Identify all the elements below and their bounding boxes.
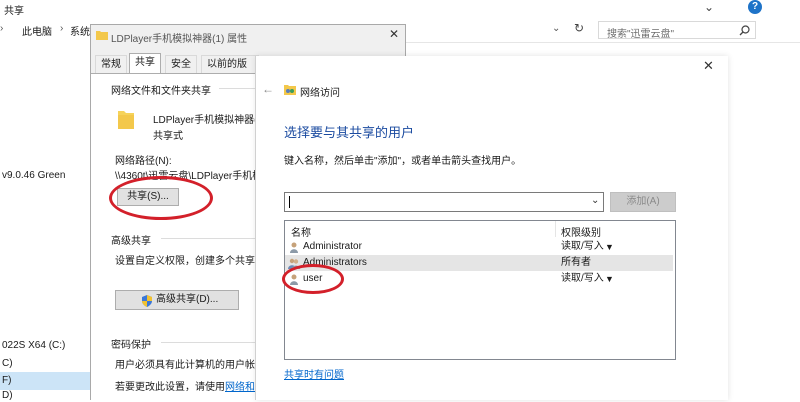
add-button[interactable]: 添加(A)	[610, 192, 676, 212]
folder-icon	[96, 31, 108, 40]
navigation-pane: v9.0.46 Green 022S X64 (C:) C)	[0, 42, 90, 400]
user-name-combobox[interactable]: ⌄	[284, 192, 604, 212]
column-header-name[interactable]: 名称	[291, 224, 311, 239]
user-icon	[290, 242, 298, 253]
explorer-ribbon: 共享 ⌄ ?	[0, 0, 800, 20]
breadcrumb-this-pc[interactable]: 此电脑	[22, 23, 52, 38]
permission-dropdown-icon[interactable]: ▼	[605, 239, 614, 255]
chevron-down-icon[interactable]: ⌄	[704, 0, 714, 14]
permission-level[interactable]: 读取/写入	[561, 271, 604, 287]
instruction-text: 键入名称，然后单击"添加"，或者单击箭头查找用户。	[284, 156, 522, 167]
page-heading: 选择要与其共享的用户	[284, 125, 415, 140]
back-arrow-icon[interactable]: ←	[262, 82, 274, 96]
group-divider	[161, 342, 261, 343]
shared-folder-icon	[118, 111, 134, 129]
network-sharing-title: 网络文件和文件夹共享	[111, 86, 211, 97]
nav-item-selected[interactable]: F)	[0, 372, 90, 390]
advanced-sharing-button[interactable]: 高级共享(D)...	[115, 290, 239, 310]
nav-item-drive-f[interactable]: F)	[2, 375, 11, 386]
network-access-icon	[284, 85, 296, 95]
tab-security[interactable]: 安全	[165, 55, 197, 73]
breadcrumb-separator-icon: ›	[60, 23, 64, 34]
group-divider	[219, 88, 261, 89]
menu-share[interactable]: 共享	[4, 2, 24, 17]
table-row[interactable]: Administrator 读取/写入 ▼	[285, 239, 673, 255]
close-icon[interactable]: ✕	[389, 27, 399, 41]
column-divider	[555, 221, 556, 237]
dialog-title: LDPlayer手机模拟神器(1) 属性	[111, 34, 248, 45]
nav-item-drive-d[interactable]: D)	[2, 390, 13, 401]
user-permission-list: 名称 权限级别 Administrator 读取/写入 ▼ Administra…	[284, 220, 676, 360]
address-dropdown-icon[interactable]: ⌄	[552, 23, 560, 34]
password-protection-title: 密码保护	[111, 340, 151, 351]
tab-previous-versions[interactable]: 以前的版本	[201, 55, 259, 88]
tab-sharing[interactable]: 共享	[129, 53, 161, 73]
tab-bar: 常规 共享 安全 以前的版本	[91, 53, 259, 88]
breadcrumb-system[interactable]: 系统	[70, 23, 90, 38]
share-state: 共享式	[153, 131, 183, 142]
permission-level: 所有者	[561, 257, 591, 268]
nav-item-drive-c[interactable]: 022S X64 (C:)	[2, 340, 65, 351]
breadcrumb-arrow-icon: ›	[0, 23, 4, 34]
sharing-tab-content: 网络文件和文件夹共享 LDPlayer手机模拟神器(1) 共享式 网络路径(N)…	[91, 73, 285, 402]
table-row[interactable]: Administrators 所有者	[285, 255, 673, 271]
permission-dropdown-icon[interactable]: ▼	[605, 271, 614, 287]
chevron-down-icon[interactable]: ⌄	[591, 195, 599, 206]
advanced-sharing-desc: 设置自定义权限，创建多个共享，并	[115, 256, 275, 267]
password-desc: 用户必须具有此计算机的用户帐户和	[115, 360, 275, 371]
search-box[interactable]: 搜索"迅雷云盘"	[598, 21, 756, 40]
network-path-label: 网络路径(N):	[115, 156, 172, 167]
search-input[interactable]: 搜索"迅雷云盘"	[607, 25, 674, 40]
permission-level[interactable]: 读取/写入	[561, 239, 604, 255]
sharing-trouble-link[interactable]: 共享时有问题	[284, 366, 344, 381]
dialog-title: 网络访问	[300, 88, 340, 99]
folder-name: LDPlayer手机模拟神器(1)	[153, 115, 267, 126]
tab-general[interactable]: 常规	[95, 55, 127, 73]
annotation-circle-user	[282, 264, 344, 294]
uac-shield-icon	[142, 295, 152, 307]
password-change-prefix: 若要更改此设置，请使用	[115, 382, 225, 393]
nav-item-app[interactable]: v9.0.46 Green	[2, 170, 65, 181]
group-divider	[161, 238, 261, 239]
refresh-icon[interactable]: ↻	[574, 21, 584, 35]
user-name: Administrator	[303, 241, 362, 252]
text-cursor	[289, 196, 290, 208]
help-icon[interactable]: ?	[748, 0, 762, 14]
search-icon[interactable]	[739, 25, 750, 36]
column-header-permission[interactable]: 权限级别	[561, 224, 601, 239]
advanced-sharing-title: 高级共享	[111, 236, 151, 247]
annotation-circle-share	[109, 176, 213, 220]
network-access-dialog: ← 网络访问 ✕ 选择要与其共享的用户 键入名称，然后单击"添加"，或者单击箭头…	[256, 56, 728, 400]
advanced-sharing-label: 高级共享(D)...	[156, 294, 219, 305]
nav-item-drive-c2[interactable]: C)	[2, 358, 13, 369]
close-icon[interactable]: ✕	[703, 58, 714, 74]
